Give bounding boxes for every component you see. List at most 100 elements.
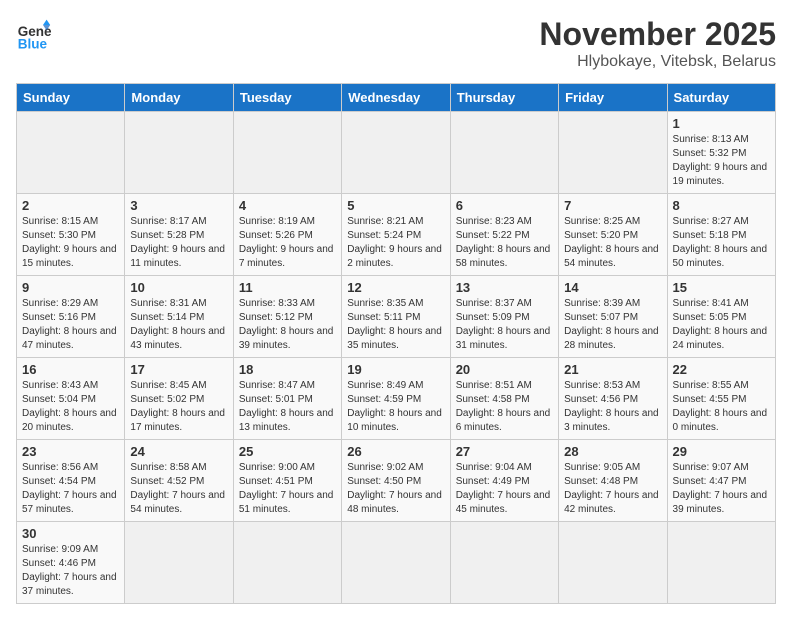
svg-text:Blue: Blue [18, 36, 48, 51]
calendar-cell: 2 Sunrise: 8:15 AMSunset: 5:30 PMDaylight… [17, 194, 125, 276]
calendar-header-row: SundayMondayTuesdayWednesdayThursdayFrid… [17, 84, 776, 112]
cell-info: Sunrise: 8:49 AMSunset: 4:59 PMDaylight:… [347, 379, 444, 435]
cell-info: Sunrise: 8:51 AMSunset: 4:58 PMDaylight:… [456, 379, 553, 435]
cell-info: Sunrise: 8:55 AMSunset: 4:55 PMDaylight:… [673, 379, 770, 435]
calendar-table: SundayMondayTuesdayWednesdayThursdayFrid… [16, 83, 776, 604]
calendar-cell: 8 Sunrise: 8:27 AMSunset: 5:18 PMDaylight… [667, 194, 775, 276]
day-header-wednesday: Wednesday [342, 84, 450, 112]
day-number: 30 [22, 526, 119, 541]
cell-info: Sunrise: 8:13 AMSunset: 5:32 PMDaylight:… [673, 133, 770, 189]
day-number: 25 [239, 444, 336, 459]
cell-info: Sunrise: 9:09 AMSunset: 4:46 PMDaylight:… [22, 543, 119, 599]
calendar-cell: 3 Sunrise: 8:17 AMSunset: 5:28 PMDaylight… [125, 194, 233, 276]
day-header-saturday: Saturday [667, 84, 775, 112]
calendar-cell [667, 522, 775, 604]
calendar-cell [559, 112, 667, 194]
calendar-cell: 24 Sunrise: 8:58 AMSunset: 4:52 PMDayligh… [125, 440, 233, 522]
calendar-cell: 12Sunrise: 8:35 AMSunset: 5:11 PMDayligh… [342, 276, 450, 358]
calendar-cell: 11 Sunrise: 8:33 AMSunset: 5:12 PMDayligh… [233, 276, 341, 358]
cell-info: Sunrise: 8:29 AMSunset: 5:16 PMDaylight:… [22, 297, 119, 353]
cell-info: Sunrise: 8:27 AMSunset: 5:18 PMDaylight:… [673, 215, 770, 271]
cell-info: Sunrise: 9:05 AMSunset: 4:48 PMDaylight:… [564, 461, 661, 517]
calendar-cell: 15 Sunrise: 8:41 AMSunset: 5:05 PMDayligh… [667, 276, 775, 358]
cell-info: Sunrise: 8:37 AMSunset: 5:09 PMDaylight:… [456, 297, 553, 353]
header: General Blue November 2025 Hlybokaye, Vi… [16, 16, 776, 71]
day-number: 16 [22, 362, 119, 377]
calendar-cell [125, 522, 233, 604]
cell-info: Sunrise: 8:39 AMSunset: 5:07 PMDaylight:… [564, 297, 661, 353]
day-number: 1 [673, 116, 770, 131]
cell-info: Sunrise: 8:53 AMSunset: 4:56 PMDaylight:… [564, 379, 661, 435]
cell-info: Sunrise: 8:58 AMSunset: 4:52 PMDaylight:… [130, 461, 227, 517]
calendar-cell: 18Sunrise: 8:47 AMSunset: 5:01 PMDayligh… [233, 358, 341, 440]
calendar-cell [125, 112, 233, 194]
day-number: 15 [673, 280, 770, 295]
day-number: 3 [130, 198, 227, 213]
cell-info: Sunrise: 8:23 AMSunset: 5:22 PMDaylight:… [456, 215, 553, 271]
day-number: 28 [564, 444, 661, 459]
calendar-cell: 29 Sunrise: 9:07 AMSunset: 4:47 PMDayligh… [667, 440, 775, 522]
calendar-cell [17, 112, 125, 194]
cell-info: Sunrise: 8:31 AMSunset: 5:14 PMDaylight:… [130, 297, 227, 353]
calendar-cell: 4 Sunrise: 8:19 AMSunset: 5:26 PMDaylight… [233, 194, 341, 276]
cell-info: Sunrise: 9:02 AMSunset: 4:50 PMDaylight:… [347, 461, 444, 517]
day-number: 4 [239, 198, 336, 213]
calendar-cell [450, 522, 558, 604]
calendar-cell [233, 112, 341, 194]
calendar-cell: 1 Sunrise: 8:13 AMSunset: 5:32 PMDaylight… [667, 112, 775, 194]
logo-svg: General Blue [16, 16, 52, 52]
calendar-cell: 27Sunrise: 9:04 AMSunset: 4:49 PMDayligh… [450, 440, 558, 522]
day-number: 6 [456, 198, 553, 213]
day-number: 21 [564, 362, 661, 377]
calendar-cell: 21 Sunrise: 8:53 AMSunset: 4:56 PMDayligh… [559, 358, 667, 440]
calendar-cell: 9Sunrise: 8:29 AMSunset: 5:16 PMDaylight… [17, 276, 125, 358]
day-number: 2 [22, 198, 119, 213]
day-number: 14 [564, 280, 661, 295]
cell-info: Sunrise: 8:25 AMSunset: 5:20 PMDaylight:… [564, 215, 661, 271]
cell-info: Sunrise: 8:43 AMSunset: 5:04 PMDaylight:… [22, 379, 119, 435]
calendar-cell: 26 Sunrise: 9:02 AMSunset: 4:50 PMDayligh… [342, 440, 450, 522]
day-number: 17 [130, 362, 227, 377]
day-number: 11 [239, 280, 336, 295]
calendar-cell: 25 Sunrise: 9:00 AMSunset: 4:51 PMDayligh… [233, 440, 341, 522]
calendar-cell: 16 Sunrise: 8:43 AMSunset: 5:04 PMDayligh… [17, 358, 125, 440]
day-number: 8 [673, 198, 770, 213]
cell-info: Sunrise: 8:56 AMSunset: 4:54 PMDaylight:… [22, 461, 119, 517]
day-number: 29 [673, 444, 770, 459]
day-number: 12 [347, 280, 444, 295]
title-area: November 2025 Hlybokaye, Vitebsk, Belaru… [539, 16, 776, 71]
day-header-friday: Friday [559, 84, 667, 112]
day-number: 26 [347, 444, 444, 459]
calendar-cell: 22 Sunrise: 8:55 AMSunset: 4:55 PMDayligh… [667, 358, 775, 440]
cell-info: Sunrise: 8:33 AMSunset: 5:12 PMDaylight:… [239, 297, 336, 353]
cell-info: Sunrise: 9:07 AMSunset: 4:47 PMDaylight:… [673, 461, 770, 517]
calendar-week-row: 9Sunrise: 8:29 AMSunset: 5:16 PMDaylight… [17, 276, 776, 358]
day-number: 27 [456, 444, 553, 459]
cell-info: Sunrise: 8:19 AMSunset: 5:26 PMDaylight:… [239, 215, 336, 271]
day-number: 24 [130, 444, 227, 459]
day-number: 22 [673, 362, 770, 377]
calendar-cell [233, 522, 341, 604]
cell-info: Sunrise: 9:00 AMSunset: 4:51 PMDaylight:… [239, 461, 336, 517]
location-subtitle: Hlybokaye, Vitebsk, Belarus [539, 53, 776, 71]
calendar-week-row: 30 Sunrise: 9:09 AMSunset: 4:46 PMDayligh… [17, 522, 776, 604]
day-number: 20 [456, 362, 553, 377]
day-number: 13 [456, 280, 553, 295]
cell-info: Sunrise: 8:15 AMSunset: 5:30 PMDaylight:… [22, 215, 119, 271]
calendar-cell: 6 Sunrise: 8:23 AMSunset: 5:22 PMDaylight… [450, 194, 558, 276]
cell-info: Sunrise: 8:21 AMSunset: 5:24 PMDaylight:… [347, 215, 444, 271]
calendar-cell: 30 Sunrise: 9:09 AMSunset: 4:46 PMDayligh… [17, 522, 125, 604]
day-number: 18 [239, 362, 336, 377]
cell-info: Sunrise: 8:41 AMSunset: 5:05 PMDaylight:… [673, 297, 770, 353]
cell-info: Sunrise: 8:17 AMSunset: 5:28 PMDaylight:… [130, 215, 227, 271]
day-header-sunday: Sunday [17, 84, 125, 112]
calendar-week-row: 1 Sunrise: 8:13 AMSunset: 5:32 PMDaylight… [17, 112, 776, 194]
day-header-tuesday: Tuesday [233, 84, 341, 112]
calendar-cell [450, 112, 558, 194]
calendar-cell: 20 Sunrise: 8:51 AMSunset: 4:58 PMDayligh… [450, 358, 558, 440]
calendar-cell [342, 112, 450, 194]
calendar-cell: 17 Sunrise: 8:45 AMSunset: 5:02 PMDayligh… [125, 358, 233, 440]
calendar-week-row: 2 Sunrise: 8:15 AMSunset: 5:30 PMDaylight… [17, 194, 776, 276]
day-header-monday: Monday [125, 84, 233, 112]
cell-info: Sunrise: 8:45 AMSunset: 5:02 PMDaylight:… [130, 379, 227, 435]
